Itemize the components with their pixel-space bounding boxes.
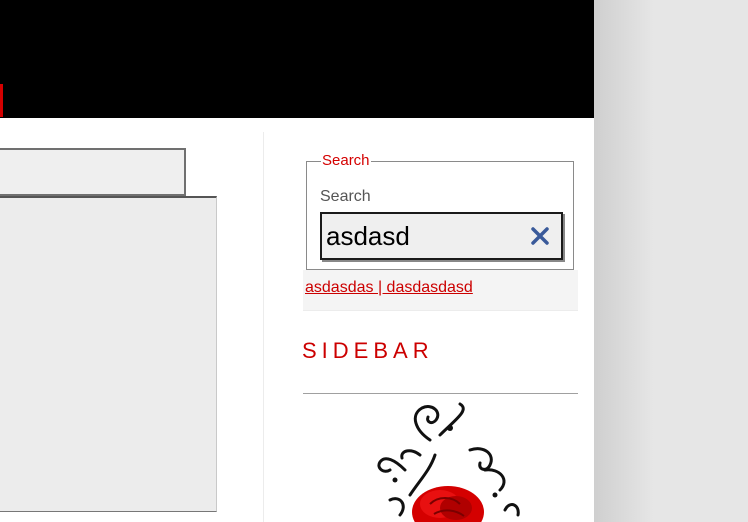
page: Search Search asdasdas | dasdasdasd SIDE… [0, 0, 594, 522]
search-legend: Search [322, 152, 370, 169]
page-shadow [594, 0, 654, 522]
header-accent-bar [0, 84, 3, 117]
close-icon[interactable] [530, 226, 550, 246]
rose-flourish-image [377, 402, 520, 522]
content-input-field[interactable] [0, 148, 186, 196]
site-header [0, 0, 594, 118]
column-divider [263, 132, 264, 522]
search-input-box[interactable] [320, 212, 563, 260]
search-input[interactable] [326, 218, 516, 254]
sidebar-title: SIDEBAR [302, 338, 434, 363]
search-result-link[interactable]: asdasdas | dasdasdasd [305, 279, 473, 297]
sidebar-divider [303, 393, 578, 394]
content-panel [0, 196, 217, 512]
search-label: Search [320, 188, 371, 205]
